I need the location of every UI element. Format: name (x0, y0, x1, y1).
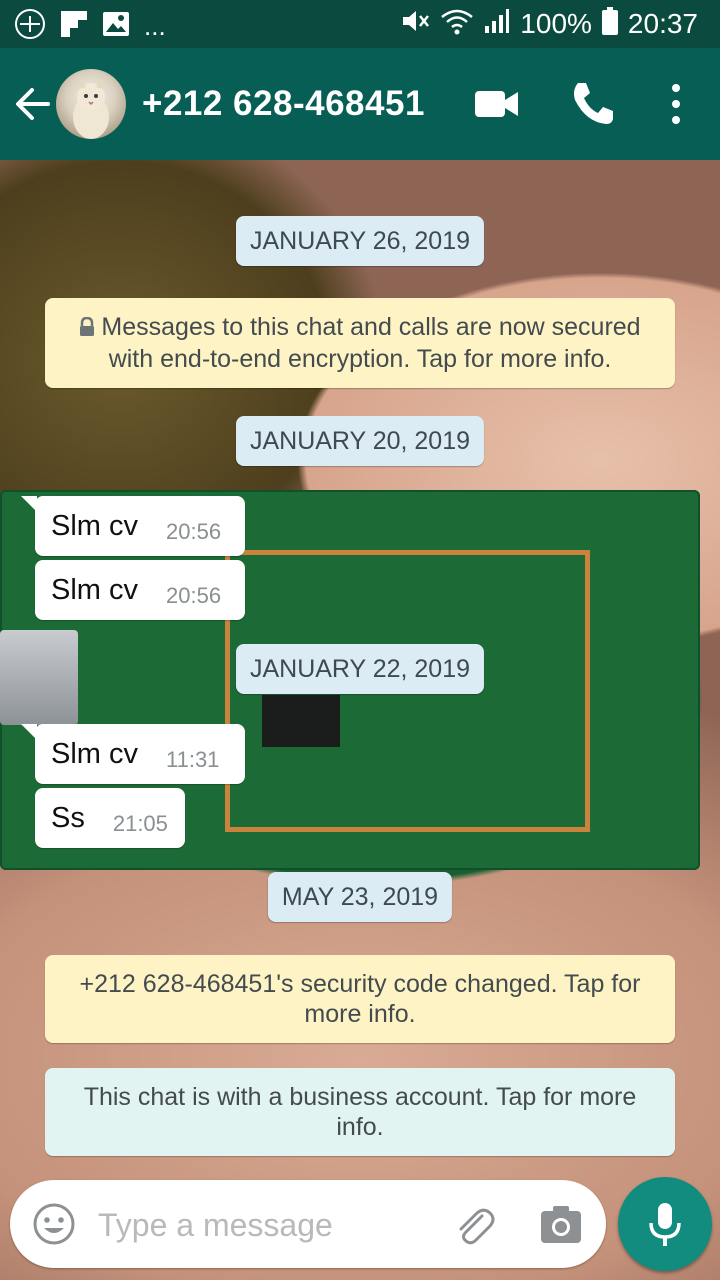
message-text: Slm cv (51, 573, 138, 606)
message-text: Slm cv (51, 737, 138, 770)
mute-icon (400, 7, 430, 42)
flipboard-icon (60, 10, 88, 43)
status-bar: ... 100% 20:37 (0, 0, 720, 48)
message-composer (10, 1180, 606, 1268)
message-input[interactable] (96, 1194, 430, 1256)
battery-icon (601, 6, 618, 42)
encryption-notice[interactable]: Messages to this chat and calls are now … (45, 298, 675, 388)
message-time: 21:05 (112, 811, 168, 836)
signal-icon (484, 8, 510, 41)
video-call-button[interactable] (472, 82, 522, 126)
avatar[interactable] (56, 69, 126, 139)
camera-button[interactable] (540, 1204, 582, 1244)
attach-button[interactable] (452, 1202, 496, 1246)
incoming-message[interactable]: Slm cv 20:56 (21, 496, 245, 556)
business-account-notice[interactable]: This chat is with a business account. Ta… (45, 1068, 675, 1156)
clock: 20:37 (627, 8, 698, 39)
incoming-message[interactable]: Slm cv 20:56 (35, 560, 245, 620)
wallpaper-chip (262, 695, 340, 747)
encryption-notice-text: Messages to this chat and calls are now … (101, 313, 641, 373)
wallpaper-usb-port (0, 630, 78, 725)
incoming-message[interactable]: Slm cv 11:31 (21, 724, 245, 784)
wifi-icon (440, 7, 474, 42)
incoming-message[interactable]: Ss 21:05 (35, 788, 185, 848)
lock-icon (79, 314, 95, 344)
contact-name[interactable]: +212 628-468451 (142, 48, 425, 160)
date-divider: JANUARY 26, 2019 (235, 216, 485, 266)
battery-percent: 100% (520, 8, 592, 39)
bubble-tail (21, 724, 37, 740)
system-indicators: 100% 20:37 (400, 0, 698, 48)
microphone-icon (649, 1203, 681, 1246)
date-divider: JANUARY 20, 2019 (235, 416, 485, 466)
message-time: 11:31 (166, 747, 220, 772)
emoji-button[interactable] (32, 1202, 76, 1246)
bubble-tail (21, 496, 37, 512)
emoji-icon (33, 1203, 75, 1245)
message-text: Ss (51, 801, 85, 834)
more-options-button[interactable] (660, 78, 692, 130)
date-divider: MAY 23, 2019 (267, 872, 453, 922)
video-camera-icon (475, 91, 518, 117)
message-text: Slm cv (51, 509, 138, 542)
date-divider: JANUARY 22, 2019 (235, 644, 485, 694)
cat-avatar-image (73, 79, 109, 139)
back-button[interactable] (12, 78, 56, 130)
message-time: 20:56 (166, 583, 222, 608)
camera-icon (541, 1206, 581, 1243)
paperclip-icon (459, 1208, 495, 1245)
message-time: 20:56 (166, 519, 222, 544)
gallery-icon (102, 11, 130, 42)
voice-message-button[interactable] (618, 1177, 712, 1271)
notification-icons: ... (14, 8, 166, 45)
more-notifications-indicator: ... (144, 11, 166, 41)
arrow-left-icon (16, 88, 50, 120)
security-code-notice[interactable]: +212 628-468451's security code changed.… (45, 955, 675, 1043)
voice-call-button[interactable] (568, 78, 616, 128)
chat-header: +212 628-468451 (0, 48, 720, 160)
more-vertical-icon (672, 84, 680, 124)
app-notification-icon (14, 8, 46, 45)
phone-icon (574, 83, 613, 124)
